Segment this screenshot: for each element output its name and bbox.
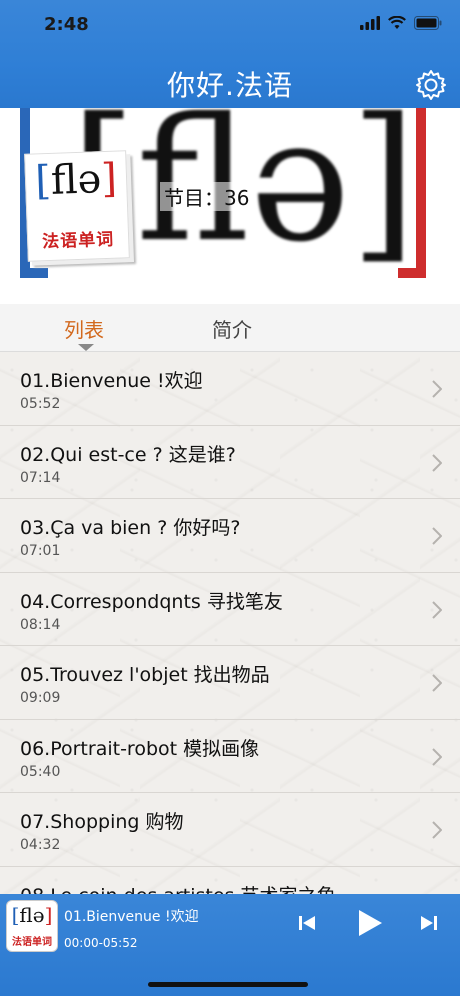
signal-icon	[360, 16, 380, 30]
chevron-right-icon	[432, 674, 442, 692]
list-item-duration: 04:32	[20, 837, 61, 853]
list-item[interactable]: 04.Correspondqnts 寻找笔友 08:14	[0, 573, 460, 646]
chevron-right-icon	[432, 747, 442, 766]
status-icons	[360, 16, 442, 30]
mini-player[interactable]: [flə] 法语单词 01.Bienvenue !欢迎 00:00-05:52	[0, 894, 460, 996]
gear-icon[interactable]	[414, 68, 448, 102]
page-title: 你好.法语	[167, 69, 293, 102]
album-logo-caption: 法语单词	[41, 229, 115, 253]
list-item-title: 05.Trouvez l'objet 找出物品	[20, 664, 270, 686]
list-item-title: 04.Correspondqnts 寻找笔友	[20, 590, 283, 613]
hero-banner: [flə] [flə] 法语单词 节目：36	[0, 108, 460, 304]
top-bar: 2:48 你好.法语	[0, 0, 460, 108]
player-logo-glyph: [flə]	[11, 903, 53, 927]
list-item[interactable]: 01.Bienvenue !欢迎 05:52	[0, 352, 460, 426]
home-indicator[interactable]	[148, 982, 308, 987]
album-logo-glyph: [flə]	[34, 155, 118, 205]
chevron-right-icon	[432, 527, 442, 545]
list-item-title: 08.Le coin des artistes 艺术家之角	[20, 881, 335, 895]
chevron-right-icon	[432, 821, 442, 839]
list-item-title: 06.Portrait-robot 模拟画像	[20, 737, 260, 760]
episodes-count: 节目：36	[160, 182, 254, 211]
tab-intro[interactable]: 简介	[212, 314, 252, 343]
list-item[interactable]: 08.Le coin des artistes 艺术家之角	[0, 867, 460, 895]
next-track-icon[interactable]	[420, 914, 438, 932]
chevron-right-icon	[432, 380, 442, 398]
list-item[interactable]: 07.Shopping 购物 04:32	[0, 793, 460, 867]
list-item-title: 02.Qui est-ce ? 这是谁?	[20, 443, 236, 466]
list-item-duration: 05:52	[20, 396, 61, 412]
player-album-logo[interactable]: [flə] 法语单词	[6, 900, 58, 952]
list-item-title: 01.Bienvenue !欢迎	[20, 370, 203, 392]
tab-indicator	[78, 344, 94, 351]
list-item-title: 03.Ça va bien ? 你好吗?	[20, 517, 241, 539]
tab-list[interactable]: 列表	[64, 314, 104, 343]
list-item[interactable]: 05.Trouvez l'objet 找出物品 09:09	[0, 646, 460, 720]
album-logo: [flə] 法语单词	[24, 150, 130, 262]
list-item-duration: 07:01	[20, 543, 61, 559]
chevron-right-icon	[432, 453, 442, 472]
list-item-duration: 05:40	[20, 763, 61, 780]
list-item-title: 07.Shopping 购物	[20, 811, 184, 833]
list-item[interactable]: 02.Qui est-ce ? 这是谁? 07:14	[0, 426, 460, 499]
battery-icon	[414, 16, 442, 30]
list-item[interactable]: 06.Portrait-robot 模拟画像 05:40	[0, 720, 460, 793]
list-item-duration: 09:09	[20, 690, 61, 706]
list-item-duration: 07:14	[20, 469, 61, 486]
previous-track-icon[interactable]	[298, 914, 316, 932]
player-logo-caption: 法语单词	[12, 937, 52, 948]
status-time: 2:48	[44, 14, 89, 35]
now-playing-title: 01.Bienvenue !欢迎	[64, 909, 199, 925]
chevron-right-icon	[432, 600, 442, 619]
list-item[interactable]: 03.Ça va bien ? 你好吗? 07:01	[0, 499, 460, 573]
play-icon[interactable]	[356, 908, 384, 938]
list-item-duration: 08:14	[20, 616, 61, 633]
episode-list[interactable]: 01.Bienvenue !欢迎 05:52 02.Qui est-ce ? 这…	[0, 352, 460, 894]
wifi-icon	[388, 16, 406, 29]
now-playing-time: 00:00-05:52	[64, 936, 138, 950]
tab-bar: 列表 简介	[0, 304, 460, 352]
